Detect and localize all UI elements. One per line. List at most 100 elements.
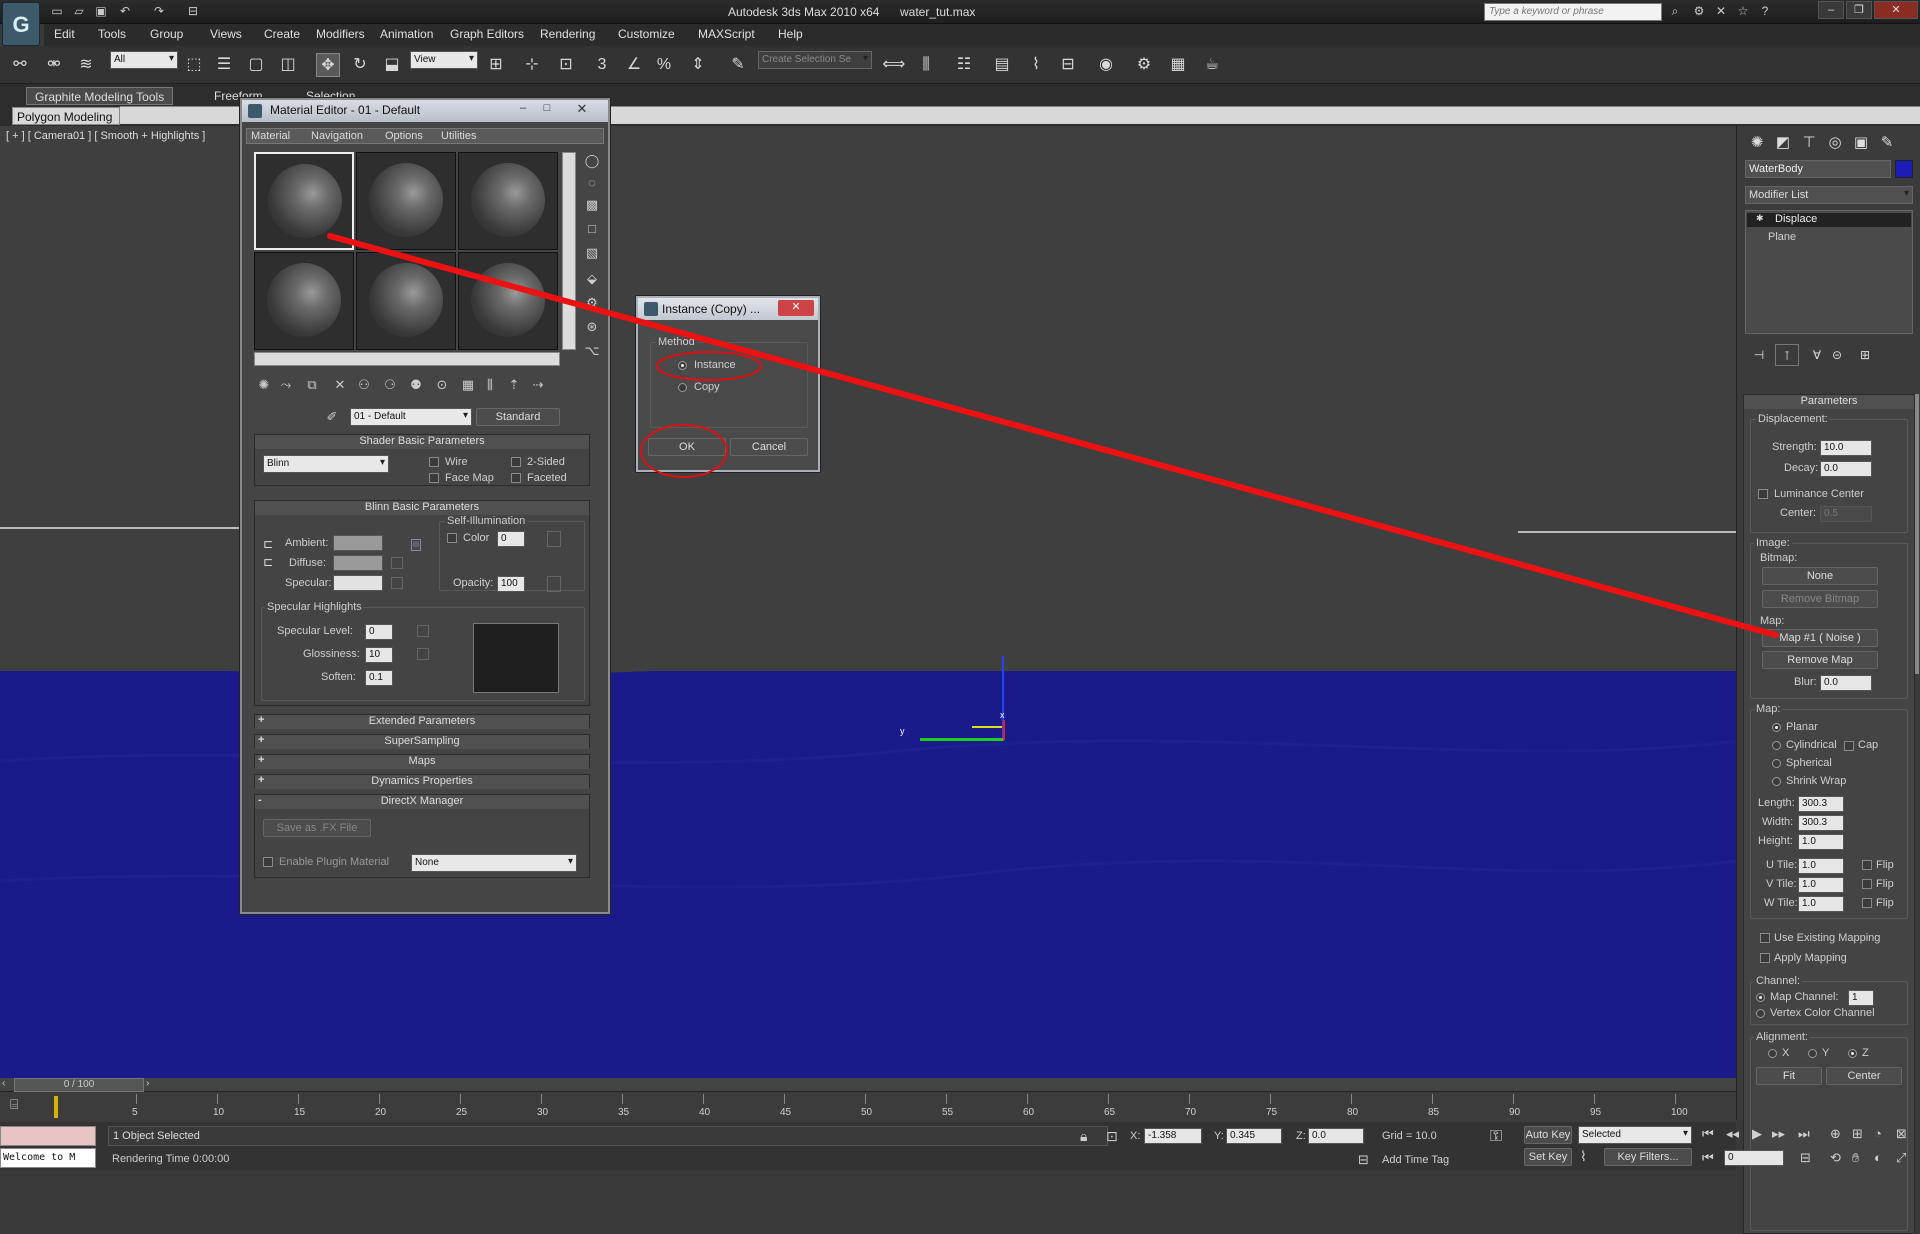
select-by-name-icon[interactable]: ☰	[212, 53, 236, 77]
extended-parameters-rollout[interactable]: Extended Parameters	[254, 714, 590, 729]
lock-colors-icon[interactable]: ⊏ ⊏	[263, 535, 275, 575]
specular-swatch[interactable]	[333, 575, 383, 591]
directx-manager-header[interactable]: DirectX Manager	[255, 795, 589, 809]
rendered-frame-window-icon[interactable]: ▦	[1166, 53, 1190, 77]
put-to-library-icon[interactable]: ⚉	[406, 376, 426, 394]
dynamics-properties-header[interactable]: Dynamics Properties	[255, 775, 589, 789]
rotate-icon[interactable]: ↻	[348, 53, 372, 77]
rectangular-selection-icon[interactable]: ▢	[244, 53, 268, 77]
edit-named-selection-icon[interactable]: ✎	[726, 53, 750, 77]
reset-map-icon[interactable]: ✕	[330, 376, 350, 394]
maps-header[interactable]: Maps	[255, 755, 589, 769]
pin-stack-icon[interactable]: ⊣	[1747, 344, 1771, 366]
search-input[interactable]: Type a keyword or phrase	[1484, 3, 1662, 21]
sample-uv-tiling-icon[interactable]: □	[582, 220, 602, 238]
self-illum-spinner[interactable]: 0	[497, 531, 525, 547]
video-color-check-icon[interactable]: ▧	[582, 244, 602, 262]
hierarchy-panel-icon[interactable]: ⊤	[1797, 132, 1821, 154]
scale-icon[interactable]: ⬓	[380, 53, 404, 77]
link-icon[interactable]: ⚯	[8, 53, 32, 77]
backlight-icon[interactable]: ◌	[582, 174, 602, 192]
instance-radio[interactable]	[678, 361, 687, 370]
z-coord-field[interactable]: 0.0	[1308, 1128, 1364, 1144]
menu-help[interactable]: Help	[778, 27, 803, 41]
select-object-icon[interactable]: ⬚	[182, 53, 206, 77]
parameters-rollout-header[interactable]: Parameters	[1744, 395, 1914, 409]
reference-coordinate-dropdown[interactable]: View	[410, 51, 478, 69]
spherical-radio[interactable]	[1772, 759, 1781, 768]
shrink-wrap-radio[interactable]	[1772, 777, 1781, 786]
wire-checkbox[interactable]	[429, 457, 439, 467]
auto-key-button[interactable]: Auto Key	[1524, 1126, 1572, 1144]
window-crossing-icon[interactable]: ◫	[276, 53, 300, 77]
object-name-field[interactable]: WaterBody	[1745, 160, 1891, 178]
background-icon[interactable]: ▩	[582, 196, 602, 214]
go-forward-sibling-icon[interactable]: ⇢	[528, 376, 548, 394]
absolute-mode-icon[interactable]: ⊡	[1106, 1128, 1118, 1145]
sample-slot-6[interactable]	[458, 252, 558, 350]
diffuse-map-button[interactable]	[391, 557, 403, 569]
tab-polygon-modeling[interactable]: Polygon Modeling	[12, 107, 120, 125]
move-icon[interactable]: ✥	[316, 53, 340, 77]
expand-plus-icon[interactable]: +	[258, 734, 264, 746]
show-end-result-icon[interactable]: ⫼	[480, 376, 500, 394]
sample-slot-5[interactable]	[356, 252, 456, 350]
dolly-icon[interactable]: ⟲	[1830, 1150, 1841, 1166]
align-x-radio[interactable]	[1768, 1049, 1777, 1058]
maxscript-listener-pink[interactable]	[0, 1126, 96, 1146]
subscription-icon[interactable]: ⚙	[1690, 3, 1708, 19]
plugin-material-dropdown[interactable]: None	[411, 854, 577, 872]
planar-radio[interactable]	[1772, 723, 1781, 732]
current-frame-marker[interactable]	[54, 1096, 58, 1118]
menu-animation[interactable]: Animation	[380, 27, 433, 41]
glossiness-map-button[interactable]	[417, 648, 429, 660]
track-bar[interactable]: ⌸ 5 10 15 20 25 30 35 40 45 50 55 60 65 70 75 80 85 90 95 1…	[0, 1092, 1736, 1122]
modify-panel-icon[interactable]: ◩	[1771, 132, 1795, 154]
luminance-center-checkbox[interactable]	[1758, 489, 1768, 499]
blinn-basic-parameters-header[interactable]: Blinn Basic Parameters	[255, 501, 589, 515]
two-sided-checkbox[interactable]	[511, 457, 521, 467]
material-navigator-icon[interactable]: ⌥	[582, 342, 602, 360]
menu-tools[interactable]: Tools	[98, 27, 126, 41]
help-icon[interactable]: ?	[1756, 3, 1774, 19]
stack-item-plane[interactable]: Plane	[1768, 231, 1796, 243]
maxscript-listener-white[interactable]: Welcome to M	[0, 1148, 96, 1168]
sample-slots-vscroll[interactable]	[562, 152, 576, 350]
blur-spinner[interactable]: 0.0	[1820, 675, 1872, 691]
zoom-extents-icon[interactable]: ⊠	[1896, 1126, 1907, 1142]
dynamics-properties-rollout[interactable]: Dynamics Properties	[254, 774, 590, 789]
opacity-map-button[interactable]	[547, 576, 561, 592]
map-noise-button[interactable]: Map #1 ( Noise )	[1762, 629, 1878, 647]
add-time-tag[interactable]: Add Time Tag	[1382, 1154, 1449, 1166]
next-frame-icon[interactable]: ▸▸	[1772, 1126, 1785, 1142]
align-z-radio[interactable]	[1848, 1049, 1857, 1058]
redo-icon[interactable]: ↷	[150, 3, 168, 19]
binoculars-icon[interactable]: ⌕	[1666, 3, 1684, 19]
material-editor-icon[interactable]: ◉	[1094, 53, 1118, 77]
percent-snap-icon[interactable]: %	[652, 53, 676, 77]
pick-material-eyedropper-icon[interactable]: ✐	[322, 408, 342, 426]
shader-basic-parameters-header[interactable]: Shader Basic Parameters	[255, 435, 589, 449]
project-folder-icon[interactable]: ⊟	[184, 3, 202, 19]
open-file-icon[interactable]: ▱	[70, 3, 88, 19]
keyboard-shortcut-override-icon[interactable]: ⊡	[554, 53, 578, 77]
minimize-button[interactable]: –	[1818, 1, 1844, 19]
close-window-button[interactable]: ✕	[1874, 1, 1918, 19]
mini-curve-editor-icon[interactable]: ⌸	[10, 1096, 32, 1118]
height-spinner[interactable]: 1.0	[1798, 834, 1844, 850]
face-map-checkbox[interactable]	[429, 473, 439, 483]
display-panel-icon[interactable]: ▣	[1849, 132, 1873, 154]
length-spinner[interactable]: 300.3	[1798, 796, 1844, 812]
selection-filter-dropdown[interactable]: All	[110, 51, 178, 69]
me-menu-navigation[interactable]: Navigation	[311, 130, 363, 142]
time-tag-icon[interactable]: ⊟	[1358, 1152, 1369, 1168]
zoom-icon[interactable]: ⊕	[1830, 1126, 1841, 1142]
curve-editor-icon[interactable]: ⌇	[1024, 53, 1048, 77]
u-tile-spinner[interactable]: 1.0	[1798, 858, 1844, 874]
maps-rollout[interactable]: Maps	[254, 754, 590, 769]
render-production-icon[interactable]: ☕	[1200, 53, 1224, 77]
unlink-icon[interactable]: ⚮	[42, 53, 66, 77]
fit-button[interactable]: Fit	[1756, 1067, 1822, 1085]
w-flip-checkbox[interactable]	[1862, 898, 1872, 908]
go-to-end-icon[interactable]: ⏭	[1798, 1126, 1810, 1142]
